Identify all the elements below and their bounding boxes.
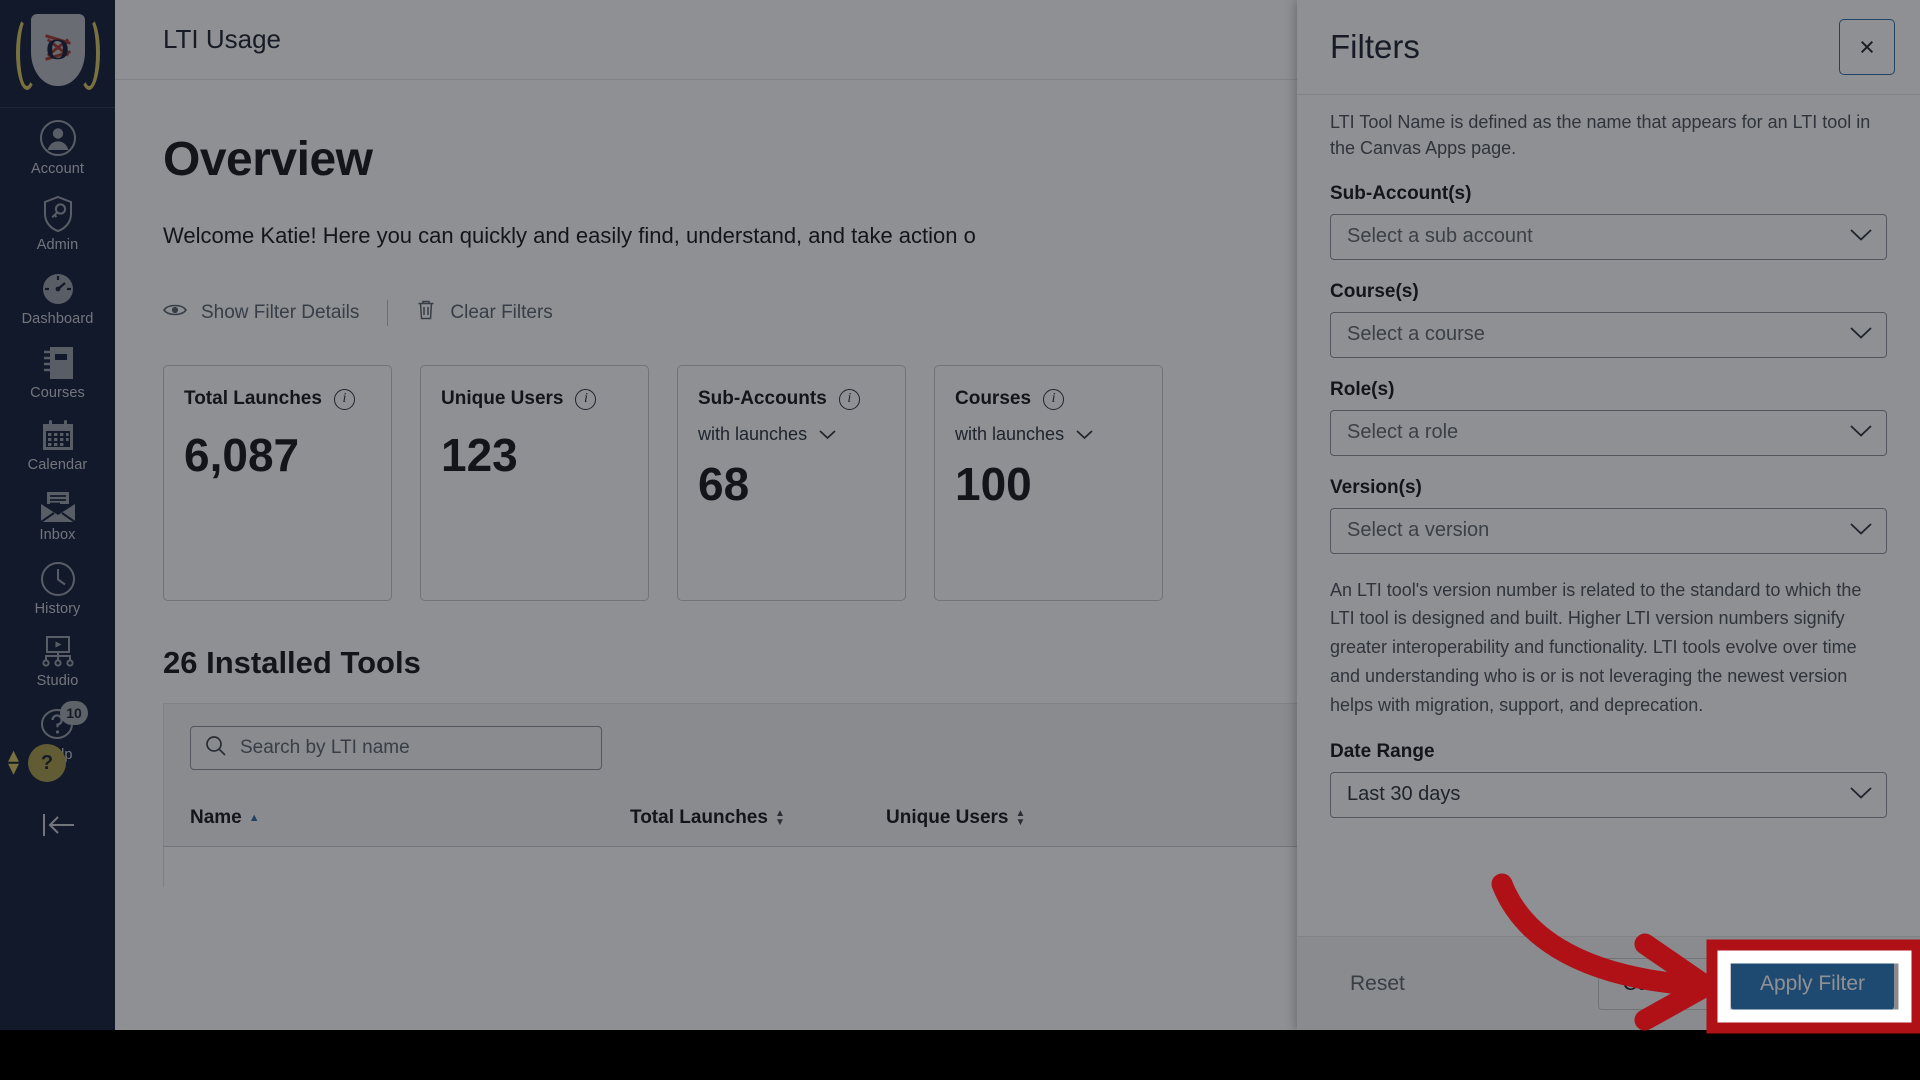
sub-account-label: Sub-Account(s) [1330,182,1472,204]
role-label: Role(s) [1330,378,1395,400]
lti-tool-name-help-text: LTI Tool Name is defined as the name tha… [1330,112,1871,159]
chevron-down-icon [1850,228,1872,246]
version-value: Select a version [1347,519,1490,542]
course-value: Select a course [1347,323,1485,346]
role-value: Select a role [1347,421,1459,444]
date-range-select[interactable]: Last 30 days [1330,771,1887,818]
apply-filter-button[interactable]: Apply Filter [1730,957,1894,1010]
date-range-value: Last 30 days [1347,783,1461,806]
filters-tray-header: Filters × [1297,0,1920,95]
filters-tray-footer: Reset Cancel Apply Filter [1297,936,1920,1030]
chevron-down-icon [1850,424,1872,442]
reset-button[interactable]: Reset [1327,958,1428,1010]
chevron-down-icon [1850,522,1872,540]
filters-tray-body: LTI Tool Name is defined as the name tha… [1297,95,1920,936]
chevron-down-icon [1850,326,1872,344]
filters-title: Filters [1330,28,1420,65]
app-root: LTI Usage Overview Welcome Katie! Here y… [0,0,1920,1080]
role-select[interactable]: Select a role [1330,409,1887,456]
course-label: Course(s) [1330,280,1419,302]
version-help-text: An LTI tool's version number is related … [1330,579,1862,715]
close-button[interactable]: × [1839,19,1895,75]
close-icon: × [1859,31,1875,62]
filters-tray: Filters × LTI Tool Name is defined as th… [1297,0,1920,1030]
bottom-strip [0,1030,1920,1080]
course-select[interactable]: Select a course [1330,311,1887,358]
date-range-label: Date Range [1330,740,1435,762]
sub-account-value: Select a sub account [1347,225,1533,248]
version-label: Version(s) [1330,476,1422,498]
sub-account-select[interactable]: Select a sub account [1330,213,1887,260]
version-select[interactable]: Select a version [1330,507,1887,554]
cancel-button[interactable]: Cancel [1597,957,1713,1010]
chevron-down-icon [1850,786,1872,804]
